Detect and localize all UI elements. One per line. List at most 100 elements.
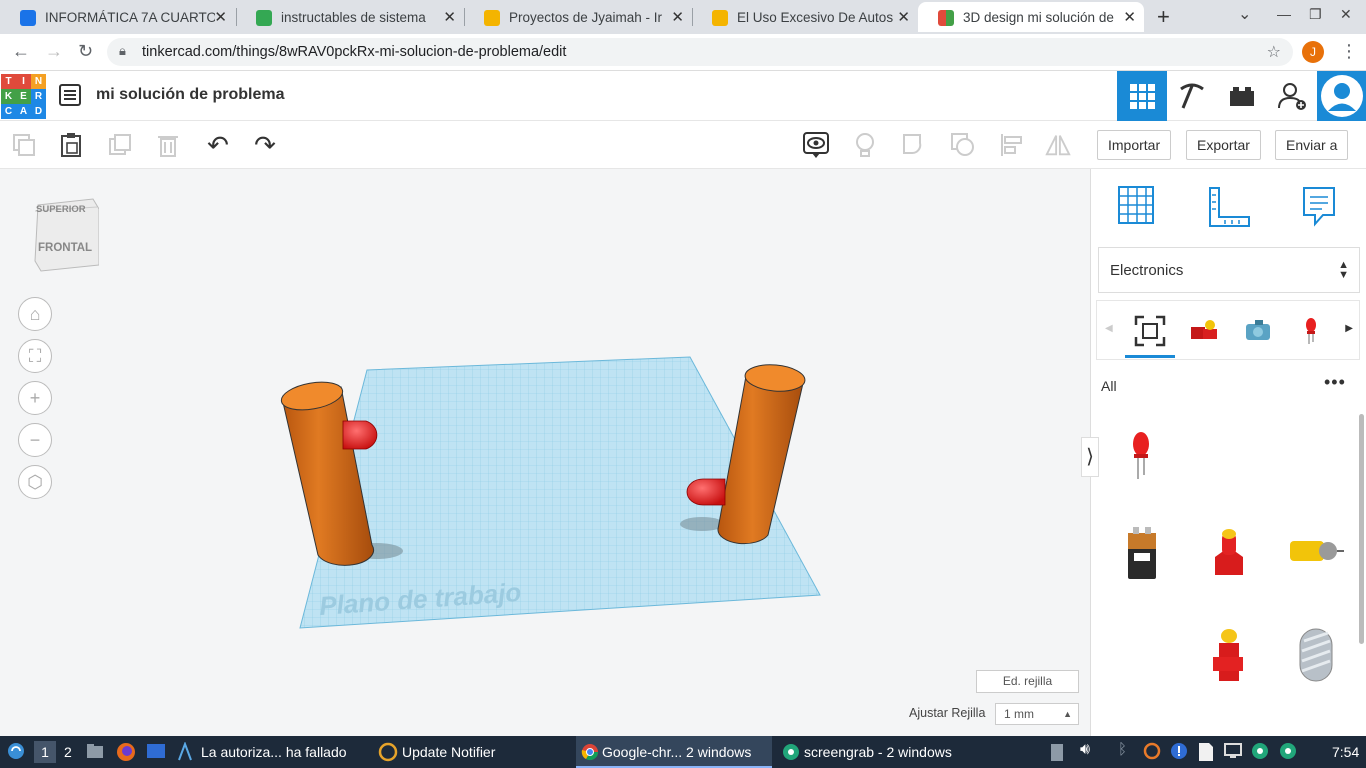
workplane-tool-icon[interactable] bbox=[1115, 183, 1157, 232]
more-options-icon[interactable]: ••• bbox=[1324, 372, 1346, 393]
export-button[interactable]: Exportar bbox=[1186, 130, 1261, 160]
tab-uso-excesivo[interactable]: El Uso Excesivo De Autos ✕ bbox=[692, 2, 918, 32]
shapes-panel: ⟩ Electronics ▲ ▼ ◀ ▶ All ••• bbox=[1081, 169, 1366, 736]
update-tray-icon[interactable] bbox=[1143, 742, 1161, 763]
display-tray-icon[interactable] bbox=[1224, 743, 1242, 762]
led-left[interactable] bbox=[342, 420, 378, 450]
lightbulb-icon[interactable] bbox=[851, 131, 879, 159]
lock-icon: 🔒︎ bbox=[119, 43, 126, 58]
reload-icon[interactable]: ↻ bbox=[78, 41, 93, 62]
clock[interactable]: 7:54 bbox=[1332, 744, 1359, 760]
network-tray-icon[interactable] bbox=[1170, 742, 1188, 763]
tinkercad-avatar-favicon-icon bbox=[484, 10, 500, 26]
mirror-icon[interactable] bbox=[1044, 131, 1072, 159]
omnibox[interactable]: 🔒︎ tinkercad.com/things/8wRAV0pckRx-mi-s… bbox=[107, 38, 1293, 66]
snap-grid-select[interactable]: 1 mm ▲ bbox=[995, 703, 1079, 725]
duplicate-icon[interactable] bbox=[106, 131, 134, 159]
tinkercad-favicon-icon bbox=[938, 10, 954, 26]
align-icon[interactable] bbox=[998, 131, 1026, 159]
close-tab-icon[interactable]: ✕ bbox=[443, 8, 456, 26]
panel-scrollbar[interactable] bbox=[1359, 414, 1364, 644]
delete-icon[interactable] bbox=[154, 131, 182, 159]
add-user-button[interactable] bbox=[1267, 71, 1317, 121]
clipboard-tray-icon[interactable] bbox=[1050, 742, 1064, 765]
led-category-icon[interactable] bbox=[1304, 317, 1318, 350]
notes-tray-icon[interactable] bbox=[1198, 742, 1214, 765]
user-avatar[interactable] bbox=[1317, 71, 1366, 121]
tinkercad-logo[interactable]: T I N K E R C A D bbox=[1, 74, 46, 119]
minimize-icon[interactable]: — bbox=[1277, 6, 1291, 22]
design-list-icon[interactable] bbox=[59, 84, 81, 111]
servo-shape[interactable] bbox=[1211, 627, 1247, 688]
led-right[interactable] bbox=[686, 478, 726, 506]
tab-proyectos[interactable]: Proyectos de Jyaimah - Ir ✕ bbox=[464, 2, 692, 32]
taskbar-item-auth[interactable]: La autoriza... ha fallado bbox=[201, 744, 347, 760]
snap-grid-label: Ajustar Rejilla bbox=[909, 706, 986, 720]
edit-grid-button[interactable]: Ed. rejilla bbox=[976, 670, 1079, 693]
carousel-right-icon[interactable]: ▶ bbox=[1345, 323, 1353, 334]
chrome-icon bbox=[581, 743, 599, 764]
close-tab-icon[interactable]: ✕ bbox=[897, 8, 910, 26]
project-title[interactable]: mi solución de problema bbox=[96, 86, 284, 104]
copy-icon[interactable] bbox=[10, 131, 38, 159]
firefox-icon[interactable] bbox=[116, 742, 136, 765]
led-shape[interactable] bbox=[1130, 431, 1152, 486]
profile-avatar[interactable]: J bbox=[1302, 41, 1324, 63]
notes-tool-icon[interactable] bbox=[1301, 185, 1337, 232]
screengrab-tray-icon[interactable] bbox=[1251, 742, 1269, 763]
battery-shape[interactable] bbox=[1124, 525, 1160, 586]
close-tab-icon[interactable]: ✕ bbox=[671, 8, 684, 26]
tab-instructables[interactable]: instructables de sistema ✕ bbox=[236, 2, 464, 32]
group-icon[interactable] bbox=[900, 131, 928, 159]
tab-3d-design[interactable]: 3D design mi solución de ✕ bbox=[918, 2, 1144, 32]
taskbar-item-update-notifier[interactable]: Update Notifier bbox=[402, 744, 495, 760]
3d-view-button[interactable] bbox=[1117, 71, 1167, 121]
taskbar-item-chrome[interactable]: Google-chr... 2 windows bbox=[602, 744, 751, 760]
close-tab-icon[interactable]: ✕ bbox=[1123, 8, 1136, 26]
forward-icon[interactable]: → bbox=[45, 41, 63, 62]
notes-visibility-icon[interactable] bbox=[802, 131, 830, 159]
close-tab-icon[interactable]: ✕ bbox=[214, 8, 227, 26]
library-select[interactable]: Electronics ▲ ▼ bbox=[1098, 247, 1360, 293]
update-notifier-icon bbox=[378, 742, 398, 765]
tab-informatica[interactable]: INFORMÁTICA 7A CUARTO ✕ bbox=[0, 2, 235, 32]
browser-tab-bar: INFORMÁTICA 7A CUARTO ✕ instructables de… bbox=[0, 0, 1366, 34]
volume-icon[interactable]: 🔊︎ bbox=[1080, 741, 1090, 759]
bluetooth-icon[interactable]: ᛒ bbox=[1118, 741, 1127, 758]
workplane-scene[interactable]: Plano de trabajo bbox=[0, 169, 1090, 736]
start-menu-icon[interactable] bbox=[7, 742, 25, 763]
ruler-tool-icon[interactable] bbox=[1207, 185, 1251, 234]
import-button[interactable]: Importar bbox=[1097, 130, 1172, 160]
bookmark-star-icon[interactable]: ☆ bbox=[1267, 42, 1281, 62]
back-icon[interactable]: ← bbox=[12, 41, 30, 62]
close-window-icon[interactable]: ✕ bbox=[1340, 6, 1352, 23]
window-icon[interactable] bbox=[146, 743, 166, 762]
undo-icon[interactable]: ↶ bbox=[204, 130, 232, 160]
workspace-2-button[interactable]: 2 bbox=[64, 744, 72, 760]
new-tab-icon[interactable]: + bbox=[1157, 4, 1170, 30]
screengrab-tray-icon-2[interactable] bbox=[1279, 742, 1297, 763]
file-manager-icon[interactable] bbox=[86, 743, 104, 762]
bricks-button[interactable] bbox=[1217, 71, 1267, 121]
blocks-button[interactable] bbox=[1167, 71, 1217, 121]
paste-icon[interactable] bbox=[57, 131, 85, 159]
add-user-icon bbox=[1278, 83, 1306, 110]
menu-icon[interactable]: ⋮ bbox=[1340, 41, 1358, 62]
select-all-icon[interactable] bbox=[1134, 315, 1166, 352]
redo-icon[interactable]: ↷ bbox=[251, 130, 279, 160]
capsule-shape[interactable] bbox=[1296, 627, 1336, 688]
motor-category-icon[interactable] bbox=[1243, 319, 1275, 350]
tab-search-icon[interactable]: ⌄ bbox=[1238, 4, 1251, 24]
3d-workspace[interactable]: SUPERIOR FRONTAL ⌂ ⛶ + − ⬡ Plano de trab… bbox=[0, 169, 1090, 736]
taskbar-item-screengrab[interactable]: screengrab - 2 windows bbox=[804, 744, 952, 760]
workspace-1-button[interactable]: 1 bbox=[34, 741, 56, 763]
send-to-button[interactable]: Enviar a bbox=[1275, 130, 1349, 160]
dropdown-arrow-icon: ▲ bbox=[1063, 709, 1072, 719]
dc-motor-shape[interactable] bbox=[1288, 533, 1346, 574]
brick-icon bbox=[1230, 87, 1254, 106]
pushbutton-shape[interactable] bbox=[1209, 527, 1249, 586]
buzzer-category-icon[interactable] bbox=[1189, 319, 1219, 348]
carousel-left-icon[interactable]: ◀ bbox=[1105, 323, 1113, 334]
restore-icon[interactable]: ❐ bbox=[1309, 6, 1322, 23]
ungroup-icon[interactable] bbox=[949, 131, 977, 159]
